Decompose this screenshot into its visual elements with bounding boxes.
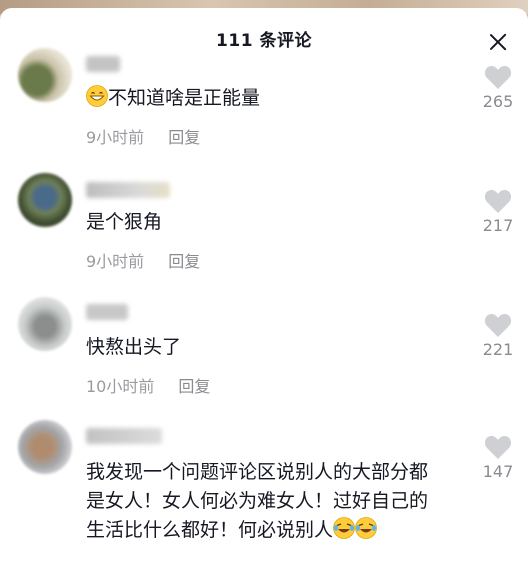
- username-blurred[interactable]: [86, 428, 162, 444]
- like-count: 265: [482, 92, 514, 111]
- username-blurred[interactable]: [86, 304, 128, 320]
- grin-emoji-icon: [86, 85, 108, 107]
- comment-text: 不知道啥是正能量: [86, 84, 446, 113]
- laughing-crying-emoji-icon: [355, 517, 377, 539]
- comment-panel: 111 条评论 不知道啥是正能量 9小时前 回复 265 是个狠角 9小时前 回复: [0, 8, 528, 574]
- comment-count-title: 111 条评论: [216, 31, 312, 51]
- like-button[interactable]: 221: [478, 312, 518, 359]
- avatar[interactable]: [18, 48, 72, 102]
- comment-time: 10小时前: [86, 377, 155, 396]
- like-count: 221: [482, 340, 514, 359]
- comment-text: 快熬出头了: [86, 336, 182, 358]
- heart-icon: [484, 190, 512, 213]
- like-count: 147: [482, 462, 514, 481]
- comment-meta: 9小时前 回复: [86, 248, 200, 272]
- laughing-crying-emoji-icon: [333, 517, 355, 539]
- comment-time: 9小时前: [86, 128, 145, 147]
- comment-text: 我发现一个问题评论区说别人的大部分都是女人！女人何必为难女人！过好自己的生活比什…: [86, 458, 446, 545]
- close-icon[interactable]: [486, 30, 510, 54]
- username-blurred[interactable]: [86, 56, 120, 72]
- avatar[interactable]: [18, 173, 72, 227]
- reply-button[interactable]: 回复: [168, 128, 200, 147]
- like-button[interactable]: 217: [478, 188, 518, 235]
- comment-text-content: 不知道啥是正能量: [108, 87, 261, 109]
- username-blurred[interactable]: [86, 182, 170, 198]
- avatar[interactable]: [18, 420, 72, 474]
- comment-text: 是个狠角: [86, 211, 163, 233]
- heart-icon: [484, 66, 512, 89]
- reply-button[interactable]: 回复: [168, 252, 200, 271]
- like-button[interactable]: 265: [478, 64, 518, 111]
- avatar[interactable]: [18, 297, 72, 351]
- like-count: 217: [482, 216, 514, 235]
- comment-meta: 9小时前 回复: [86, 124, 200, 148]
- comment-time: 9小时前: [86, 252, 145, 271]
- heart-icon: [484, 436, 512, 459]
- heart-icon: [484, 314, 512, 337]
- comment-meta: 10小时前 回复: [86, 373, 210, 397]
- reply-button[interactable]: 回复: [178, 377, 210, 396]
- like-button[interactable]: 147: [478, 434, 518, 481]
